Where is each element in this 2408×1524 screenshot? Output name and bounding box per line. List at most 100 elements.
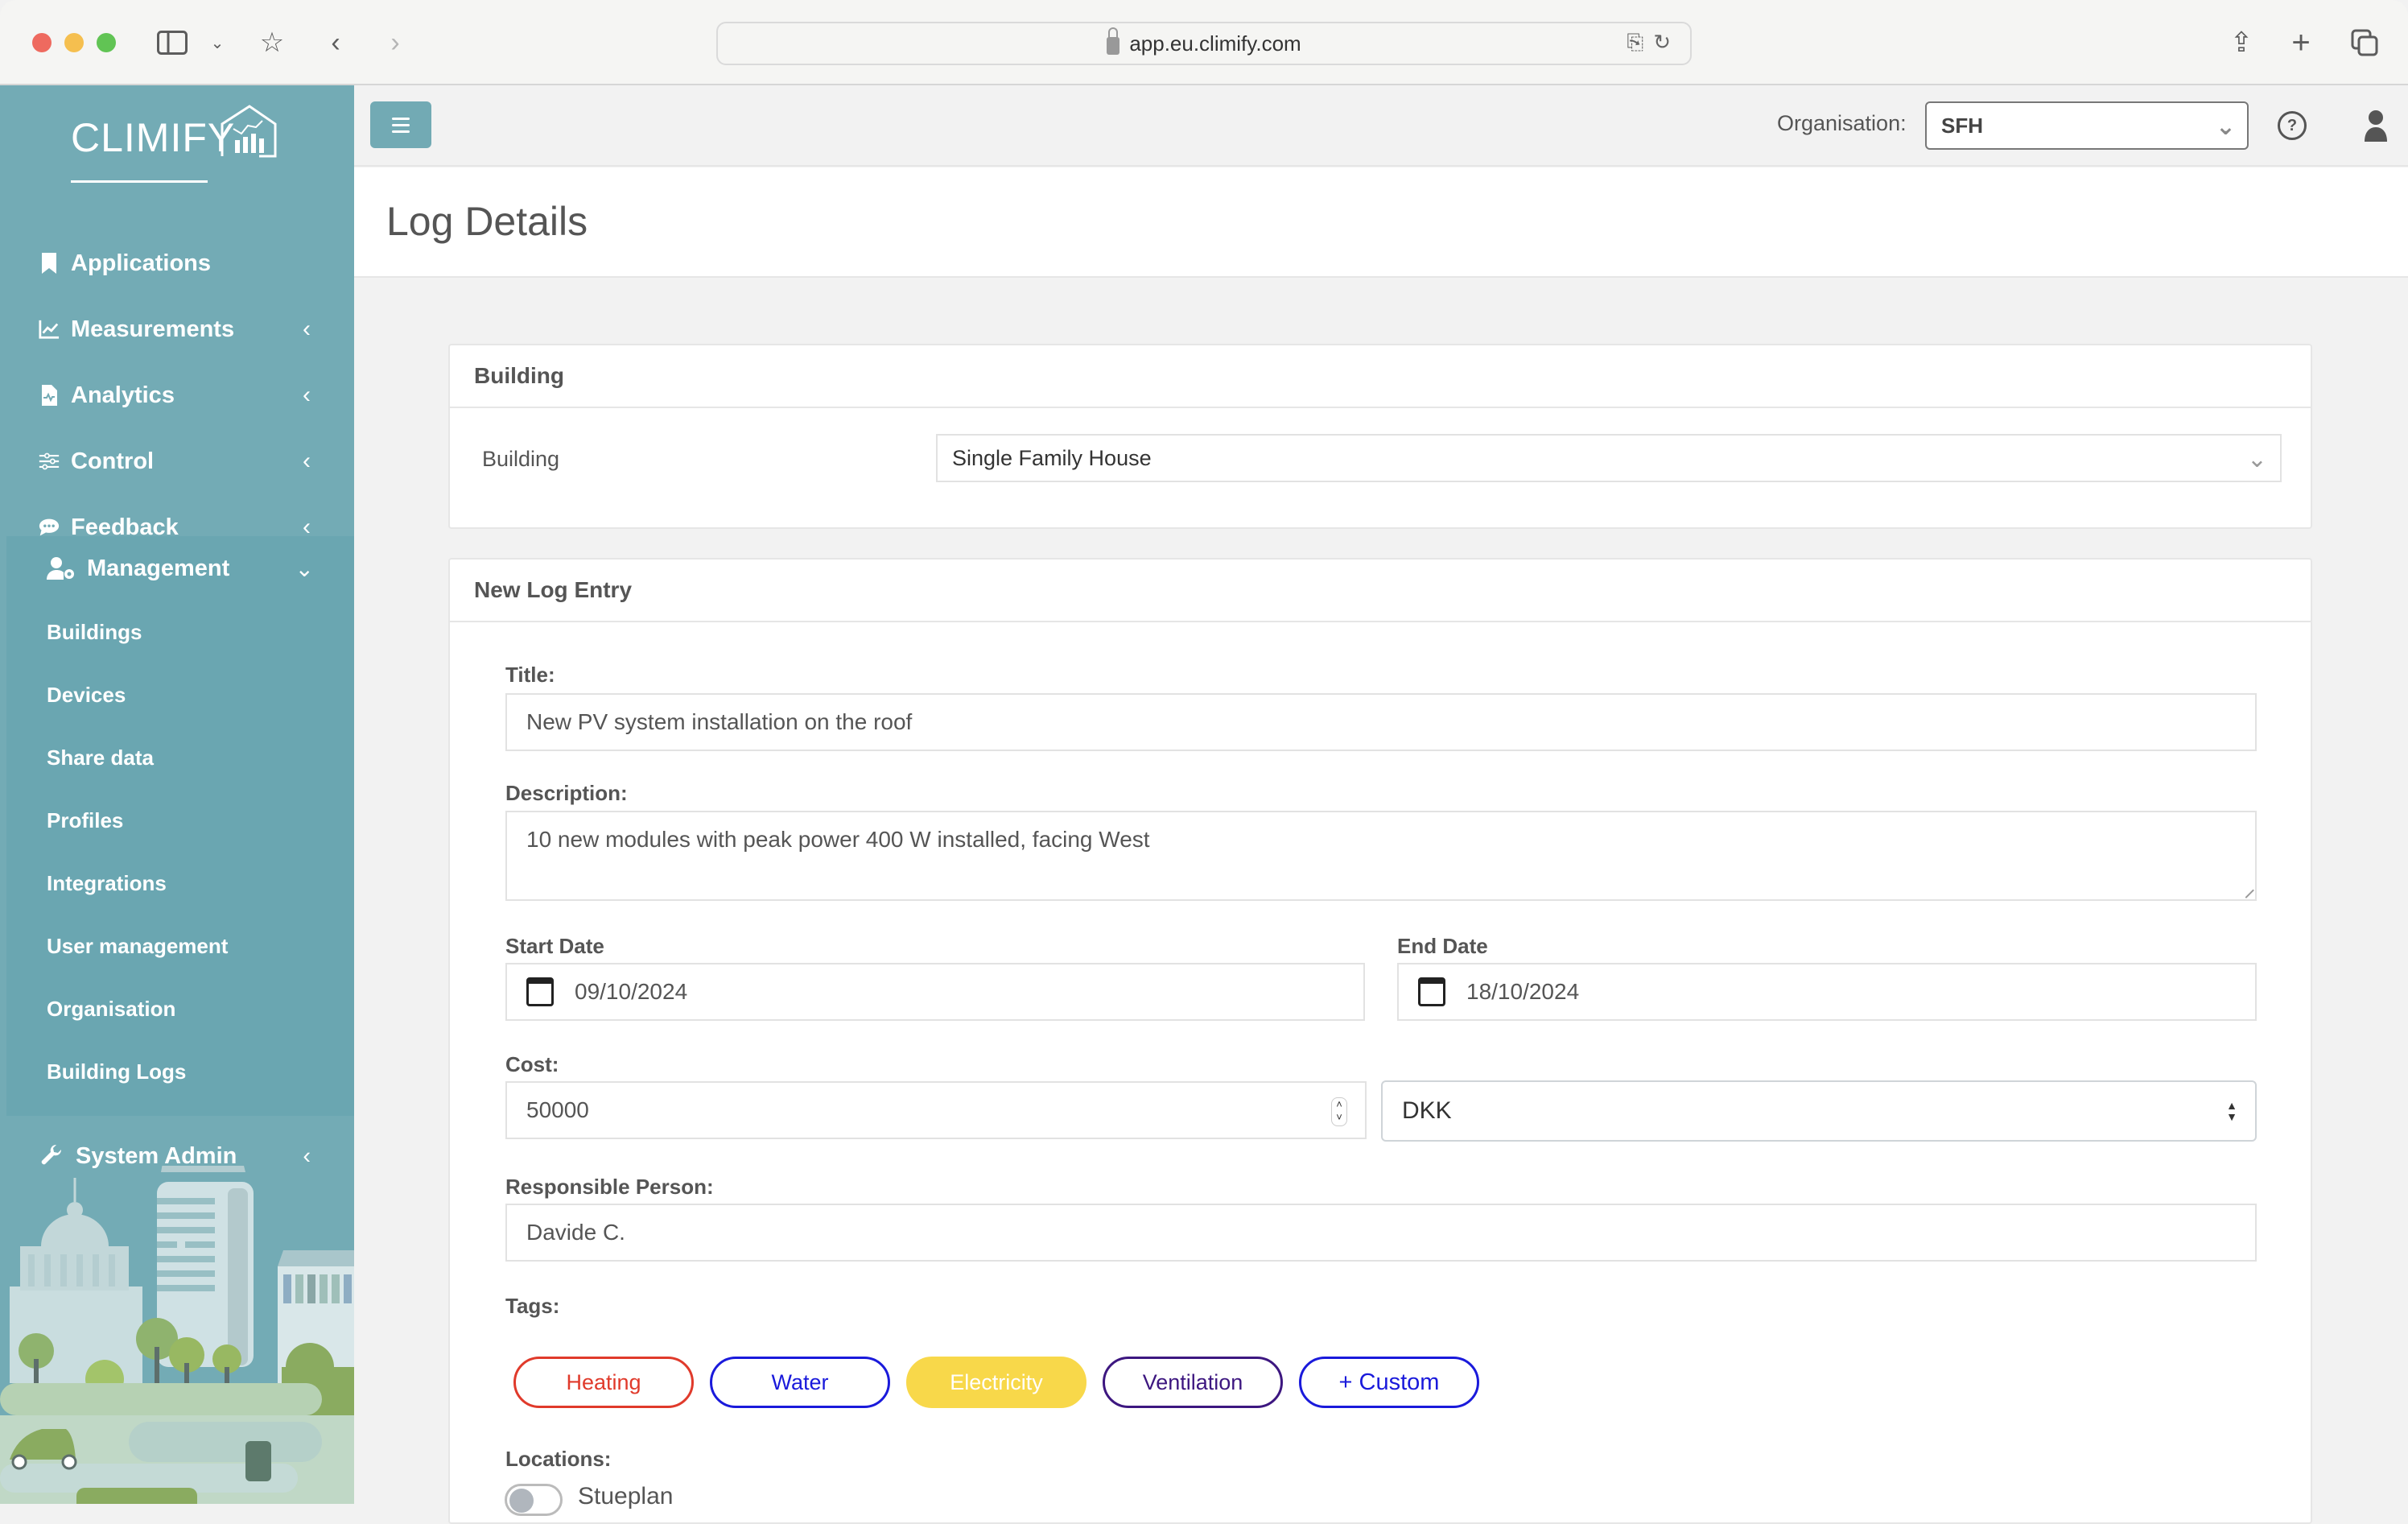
chevron-left-icon: ‹	[303, 448, 311, 474]
browser-toolbar: ⌄ ☆ ‹ › app.eu.climify.com ⎘ ↻ ⇪ +	[0, 0, 2408, 85]
start-date-input[interactable]: 09/10/2024	[505, 963, 1365, 1021]
number-stepper[interactable]: ˄ ˅	[1331, 1097, 1347, 1126]
location-toggle-stueplan[interactable]	[505, 1484, 563, 1516]
sidebar-toggle-icon[interactable]	[156, 24, 188, 61]
currency-select[interactable]: DKK ▲ ▼	[1381, 1080, 2257, 1142]
sidebar-item-label: Applications	[71, 250, 212, 276]
locations-label: Locations:	[505, 1447, 612, 1471]
tags-label: Tags:	[505, 1294, 560, 1318]
reload-icon[interactable]: ↻	[1653, 30, 1671, 56]
bookmark-icon	[39, 253, 60, 274]
building-card-header: Building	[450, 345, 2311, 408]
sidebar-item-measurements[interactable]: Measurements ‹	[0, 296, 354, 362]
logo-underline	[71, 180, 208, 183]
tabs-overview-icon[interactable]	[2348, 24, 2381, 61]
share-icon[interactable]: ⇪	[2228, 24, 2255, 61]
tag-label: + Custom	[1338, 1369, 1440, 1395]
sidebar-item-analytics[interactable]: Analytics ‹	[0, 362, 354, 428]
sidebar-subitem-devices[interactable]: Devices	[6, 663, 354, 726]
logo-text: CLIMIFY	[71, 115, 236, 160]
sidebar-nav: Applications Measurements ‹ Analytics ‹ …	[0, 230, 354, 560]
sidebar-subitem-integrations[interactable]: Integrations	[6, 852, 354, 915]
chevron-left-icon: ‹	[303, 1142, 311, 1169]
title-input[interactable]: New PV system installation on the roof	[505, 693, 2257, 751]
menu-toggle-button[interactable]	[370, 101, 431, 148]
line-chart-icon	[39, 319, 60, 340]
responsible-person-label: Responsible Person:	[505, 1175, 714, 1199]
translate-icon[interactable]: ⎘	[1627, 30, 1643, 56]
toggle-knob	[509, 1489, 534, 1513]
user-icon[interactable]	[2360, 109, 2392, 142]
responsible-person-value: Davide C.	[526, 1220, 625, 1245]
building-select-value: Single Family House	[952, 445, 1152, 470]
cost-input[interactable]: 50000 ˄ ˅	[505, 1081, 1367, 1139]
calendar-icon[interactable]	[1418, 977, 1445, 1006]
start-date-label: Start Date	[505, 934, 604, 958]
responsible-person-input[interactable]: Davide C.	[505, 1204, 2257, 1262]
sidebar-item-applications[interactable]: Applications	[0, 230, 354, 296]
end-date-label: End Date	[1397, 934, 1488, 958]
title-value: New PV system installation on the roof	[526, 709, 913, 734]
sidebar-subitem-profiles[interactable]: Profiles	[6, 789, 354, 852]
sidebar-item-label: Management	[87, 555, 230, 581]
building-card: Building Building Single Family House ⌄	[448, 344, 2312, 529]
sidebar-subitem-building-logs[interactable]: Building Logs	[6, 1040, 354, 1103]
cost-label: Cost:	[505, 1052, 559, 1076]
chevron-left-icon: ‹	[303, 316, 311, 342]
chevron-down-icon: ⌄	[2246, 446, 2267, 473]
sidebar-subitem-share-data[interactable]: Share data	[6, 726, 354, 789]
sidebar: CLIMIFY Applications Measurements ‹ Anal…	[0, 85, 354, 1504]
user-gear-icon	[47, 556, 76, 580]
title-label: Title:	[505, 663, 555, 687]
description-textarea[interactable]: 10 new modules with peak power 400 W ins…	[505, 811, 2257, 901]
sidebar-subitem-user-management[interactable]: User management	[6, 915, 354, 977]
tag-label: Electricity	[950, 1369, 1043, 1394]
end-date-input[interactable]: 18/10/2024	[1397, 963, 2257, 1021]
help-icon[interactable]: ?	[2278, 111, 2307, 140]
calendar-icon[interactable]	[526, 977, 554, 1006]
organisation-value: SFH	[1941, 113, 1983, 138]
chevron-down-icon[interactable]: ⌄	[208, 24, 227, 61]
location-label: Stueplan	[578, 1483, 674, 1510]
sidebar-item-system-admin[interactable]: System Admin ‹	[0, 1124, 354, 1188]
lock-icon	[1107, 27, 1120, 55]
climify-logo[interactable]: CLIMIFY	[71, 105, 285, 183]
sidebar-subitem-buildings[interactable]: Buildings	[6, 601, 354, 663]
page-title: Log Details	[386, 199, 588, 244]
currency-value: DKK	[1402, 1097, 1452, 1124]
sidebar-subitem-organisation[interactable]: Organisation	[6, 977, 354, 1040]
start-date-value: 09/10/2024	[575, 979, 688, 1004]
select-arrows-icon: ▲ ▼	[2226, 1099, 2237, 1123]
description-value: 10 new modules with peak power 400 W ins…	[526, 827, 1150, 852]
sidebar-item-management[interactable]: Management ⌄	[6, 536, 354, 601]
maximize-window-button[interactable]	[97, 33, 116, 52]
sidebar-item-control[interactable]: Control ‹	[0, 428, 354, 494]
close-window-button[interactable]	[32, 33, 52, 52]
sidebar-item-label: System Admin	[76, 1142, 237, 1169]
content-header: Log Details	[354, 167, 2408, 278]
building-select[interactable]: Single Family House ⌄	[936, 434, 2282, 482]
logo-house-icon	[221, 105, 277, 158]
add-custom-tag-button[interactable]: + Custom	[1299, 1357, 1479, 1408]
bookmark-star-icon[interactable]: ☆	[256, 24, 288, 61]
tag-electricity[interactable]: Electricity	[906, 1357, 1086, 1408]
end-date-value: 18/10/2024	[1466, 979, 1580, 1004]
app-topbar: Organisation: SFH ⌄ ?	[354, 85, 2408, 167]
tag-label: Water	[771, 1369, 829, 1394]
tag-water[interactable]: Water	[710, 1357, 890, 1408]
description-label: Description:	[505, 781, 628, 805]
log-card-header: New Log Entry	[450, 560, 2311, 622]
back-icon[interactable]: ‹	[324, 24, 348, 61]
organisation-label: Organisation:	[1777, 111, 1907, 135]
file-medical-icon	[39, 385, 60, 406]
minimize-window-button[interactable]	[64, 33, 84, 52]
address-bar[interactable]: app.eu.climify.com ⎘ ↻	[716, 22, 1692, 65]
new-tab-icon[interactable]: +	[2287, 24, 2315, 61]
organisation-select[interactable]: SFH ⌄	[1925, 101, 2249, 150]
tag-heating[interactable]: Heating	[513, 1357, 694, 1408]
city-illustration	[0, 1166, 354, 1504]
resize-handle-icon[interactable]	[2238, 882, 2254, 898]
sliders-icon	[39, 451, 60, 472]
forward-icon[interactable]: ›	[383, 24, 407, 61]
tag-ventilation[interactable]: Ventilation	[1103, 1357, 1283, 1408]
